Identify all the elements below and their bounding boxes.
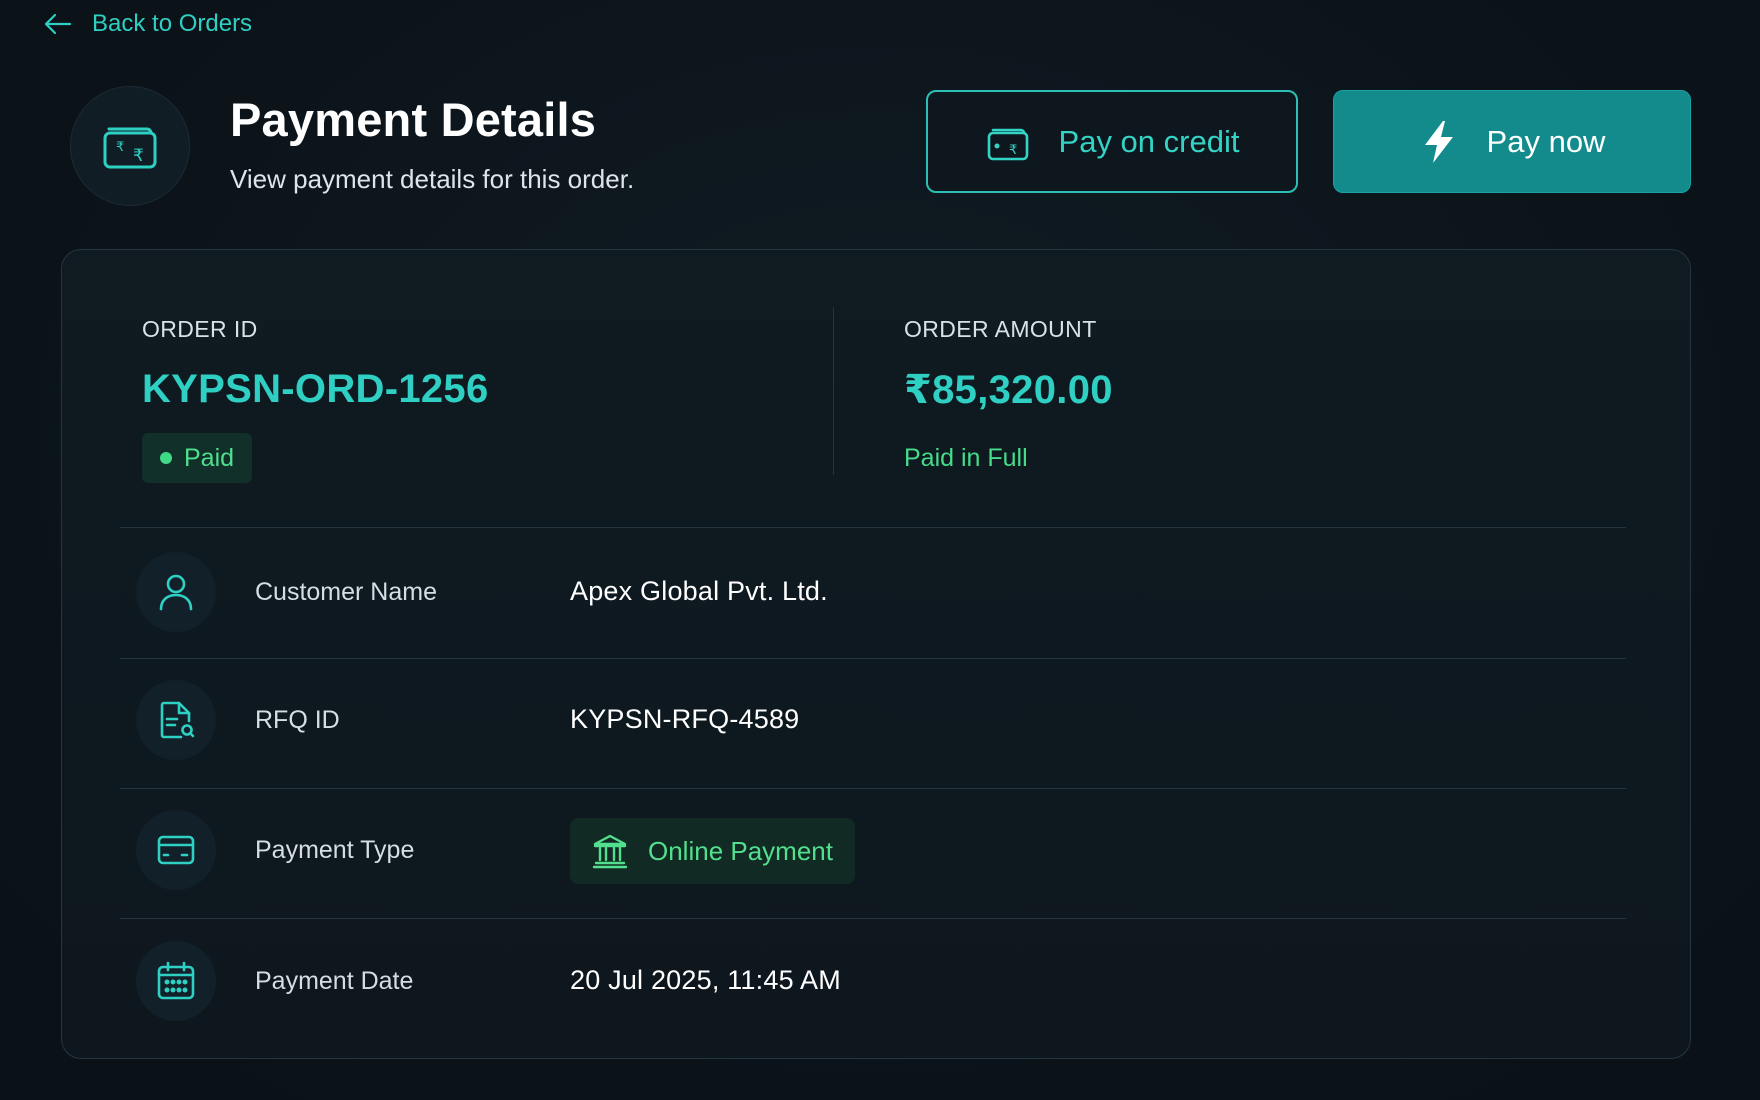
row-icon-circle: [136, 810, 216, 890]
detail-row-payment-type: Payment Type Online Payment: [120, 786, 1626, 916]
row-icon-circle: [136, 680, 216, 760]
rfq-id-value: KYPSN-RFQ-4589: [570, 704, 800, 734]
wallet-rupee-icon: ₹ ₹: [103, 127, 157, 169]
svg-text:₹: ₹: [133, 146, 144, 166]
payment-type-badge: Online Payment: [570, 818, 855, 884]
user-icon: [159, 574, 193, 611]
svg-text:₹: ₹: [116, 140, 124, 155]
customer-name-value: Apex Global Pvt. Ltd.: [570, 576, 828, 606]
bank-icon: [592, 834, 628, 869]
order-amount-label: ORDER AMOUNT: [904, 316, 1097, 342]
rfq-id-label: RFQ ID: [255, 706, 340, 734]
payment-date-value: 20 Jul 2025, 11:45 AM: [570, 965, 841, 995]
payment-type-value: Online Payment: [648, 835, 833, 866]
payment-type-label: Payment Type: [255, 836, 415, 864]
detail-row-customer-name: Customer Name Apex Global Pvt. Ltd.: [120, 528, 1626, 658]
summary-divider: [833, 307, 834, 475]
status-dot-icon: [160, 452, 172, 464]
credit-card-icon: [157, 835, 195, 865]
pay-on-credit-label: Pay on credit: [1058, 123, 1240, 159]
pay-now-label: Pay now: [1486, 123, 1606, 159]
customer-name-label: Customer Name: [255, 578, 437, 606]
status-badge: Paid: [142, 433, 253, 483]
lightning-icon: [1424, 120, 1453, 163]
page-subtitle: View payment details for this order.: [230, 164, 635, 194]
pay-now-button[interactable]: Pay now: [1333, 90, 1691, 193]
calendar-icon: [157, 961, 195, 1000]
detail-row-rfq-id: RFQ ID KYPSN-RFQ-4589: [120, 656, 1626, 786]
payment-completion-note: Paid in Full: [904, 444, 1028, 472]
payment-date-label: Payment Date: [255, 967, 414, 995]
order-id-label: ORDER ID: [142, 316, 258, 342]
document-search-icon: [160, 701, 195, 739]
header-wallet-icon-circle: ₹ ₹: [70, 86, 190, 206]
payment-details-page: Back to Orders ₹ ₹ Payment Details View …: [0, 0, 1760, 1100]
pay-on-credit-button[interactable]: ₹ Pay on credit: [926, 90, 1298, 193]
payment-details-card: ORDER ID KYPSN-ORD-1256 Paid ORDER AMOUN…: [61, 249, 1691, 1059]
status-badge-label: Paid: [184, 443, 235, 472]
svg-text:₹: ₹: [1009, 143, 1017, 158]
row-icon-circle: [136, 552, 216, 632]
wallet-icon: ₹: [987, 128, 1028, 160]
arrow-left-icon: [44, 13, 72, 35]
order-id-value: KYPSN-ORD-1256: [142, 367, 489, 411]
back-to-orders-link[interactable]: Back to Orders: [42, 8, 252, 40]
page-title: Payment Details: [230, 93, 597, 146]
back-to-orders-label: Back to Orders: [92, 10, 253, 37]
row-icon-circle: [136, 941, 216, 1021]
detail-row-payment-date: Payment Date 20 Jul 2025, 11:45 AM: [120, 917, 1626, 1047]
order-amount-value: ₹85,320.00: [904, 368, 1113, 412]
